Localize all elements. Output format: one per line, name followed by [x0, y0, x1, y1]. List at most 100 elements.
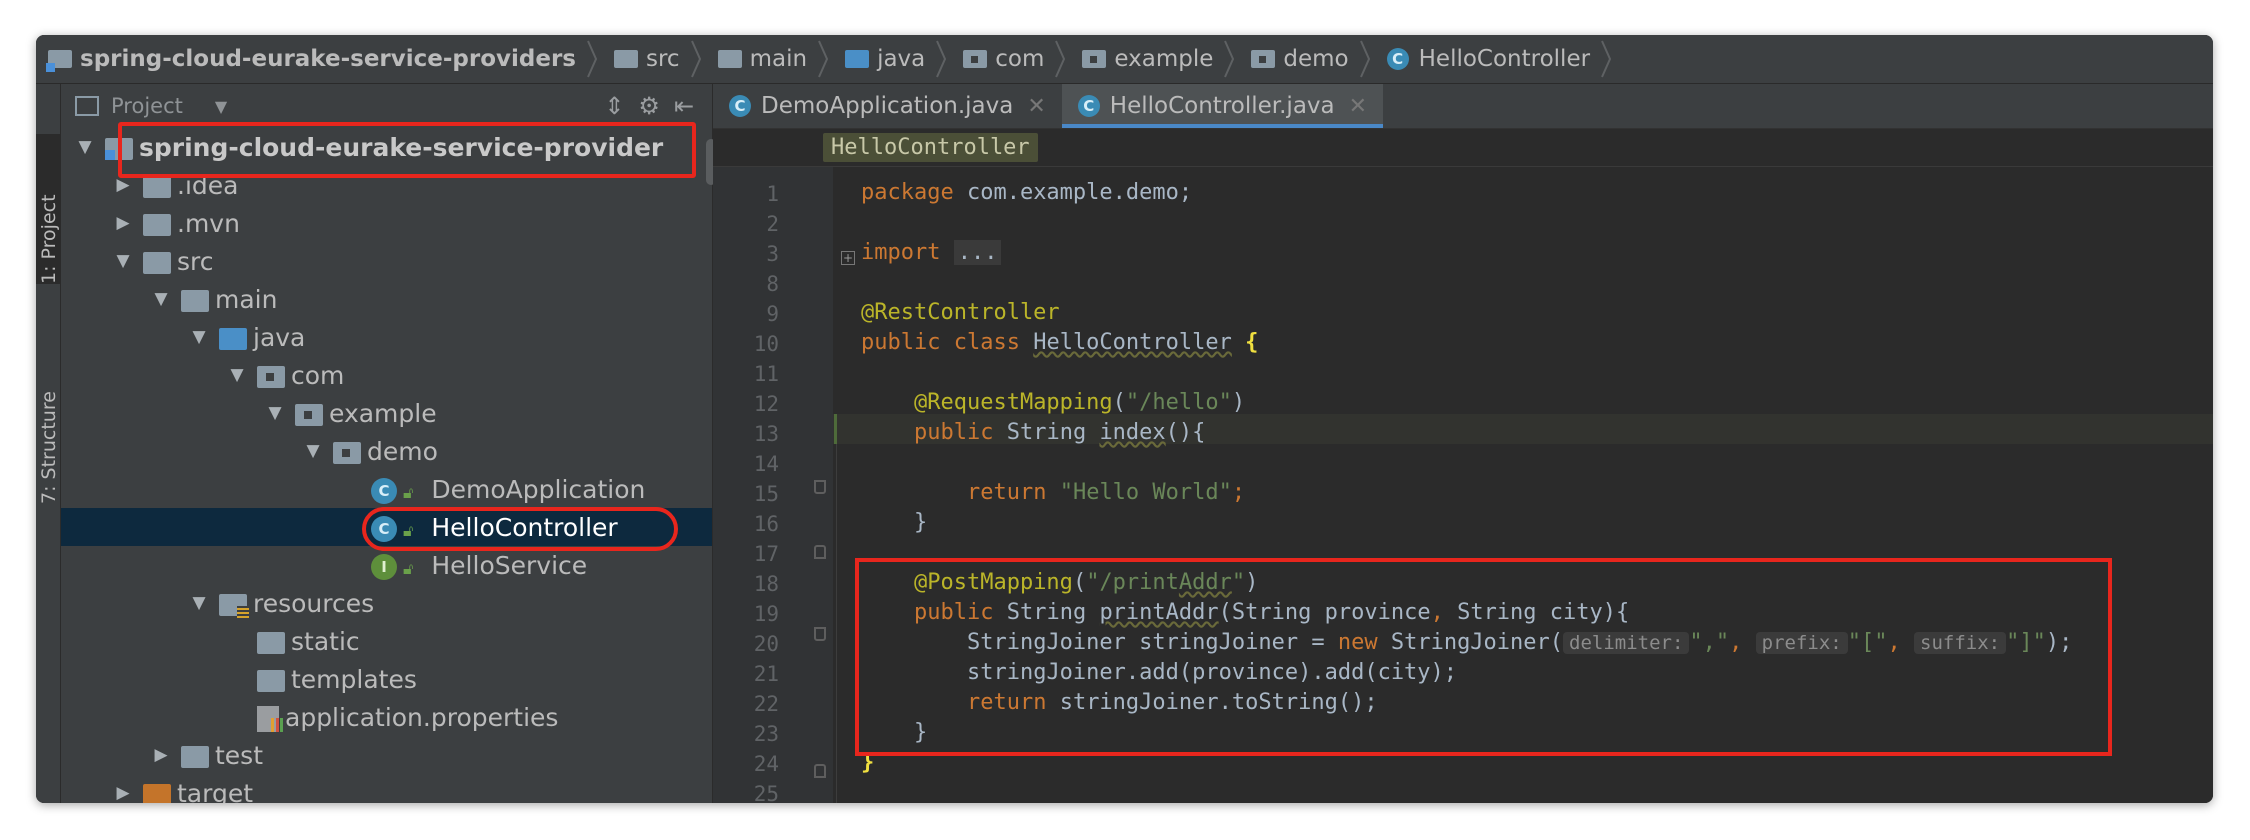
line-number: 21 — [753, 662, 779, 686]
tree-item[interactable]: static — [61, 622, 712, 660]
code-line[interactable]: import ... — [861, 240, 1002, 265]
line-number: 11 — [753, 362, 779, 386]
breadcrumb-item-hellocontroller[interactable]: C HelloController — [1375, 35, 1616, 83]
code-line[interactable]: return "Hello World"; — [861, 480, 1245, 505]
collapse-arrow-icon[interactable]: ▶ — [109, 783, 137, 803]
tree-item[interactable]: ▼ main — [61, 280, 712, 318]
change-marker — [834, 414, 837, 444]
tree-item-label: com — [291, 360, 345, 390]
breadcrumb-item-demo[interactable]: demo — [1239, 35, 1374, 83]
tree-item-label: application.properties — [285, 702, 559, 732]
collapse-arrow-icon[interactable]: ▶ — [147, 745, 175, 765]
collapse-arrow-icon[interactable]: ▶ — [109, 213, 137, 233]
brace: { — [1245, 330, 1259, 355]
tab-hellocontroller[interactable]: C HelloController.java ✕ — [1061, 84, 1384, 128]
tree-item[interactable]: ▼ src — [61, 242, 712, 280]
structure-tool-tab[interactable]: 7: Structure — [36, 324, 60, 504]
tree-item[interactable]: templates — [61, 660, 712, 698]
code-text: (){ — [1165, 420, 1206, 445]
tree-item[interactable]: ▼ com — [61, 356, 712, 394]
breadcrumb-item-module[interactable]: spring-cloud-eurake-service-providers — [36, 35, 602, 83]
tree-item[interactable]: C 🔓︎ DemoApplication — [61, 470, 712, 508]
tree-item[interactable]: application.properties — [61, 698, 712, 736]
line-number: 8 — [766, 272, 779, 296]
expand-arrow-icon[interactable]: ▼ — [147, 289, 175, 309]
spring-class-icon: C 🔓︎ — [371, 475, 425, 504]
fold-marker-icon[interactable] — [814, 627, 826, 641]
fold-marker-icon[interactable] — [814, 480, 826, 494]
package-icon — [1082, 50, 1107, 68]
string-literal: "/hello" — [1125, 390, 1232, 415]
expand-arrow-icon[interactable]: ▼ — [71, 137, 99, 157]
line-number: 2 — [766, 212, 779, 236]
code-line[interactable]: } — [861, 510, 927, 535]
breadcrumb-separator-icon — [936, 40, 947, 78]
tree-item[interactable]: ▼ java — [61, 318, 712, 356]
folder-icon — [257, 665, 285, 694]
gear-icon[interactable]: ⚙ — [638, 92, 660, 120]
code-text: } — [913, 510, 928, 535]
tree-item[interactable]: ▶ test — [61, 736, 712, 774]
tree-item[interactable]: ▼ demo — [61, 432, 712, 470]
tree-item[interactable]: ▼ resources — [61, 584, 712, 622]
expand-arrow-icon[interactable]: ▼ — [185, 327, 213, 347]
breadcrumb-label: spring-cloud-eurake-service-providers — [80, 46, 576, 72]
close-icon[interactable]: ✕ — [1027, 94, 1045, 119]
folded-imports[interactable]: ... — [953, 240, 1002, 265]
expand-arrow-icon[interactable]: ▼ — [109, 251, 137, 271]
code-line[interactable]: @RestController — [861, 300, 1060, 325]
editor-breadcrumb-class[interactable]: HelloController — [823, 133, 1038, 162]
tab-demoapplication[interactable]: C DemoApplication.java ✕ — [713, 84, 1062, 128]
close-icon[interactable]: ✕ — [1349, 94, 1367, 119]
breadcrumb-separator-icon — [690, 40, 701, 78]
editor-tabs: C DemoApplication.java ✕ C HelloControll… — [713, 84, 2213, 129]
breadcrumb-label: com — [995, 46, 1045, 72]
code-line[interactable]: @RequestMapping("/hello") — [861, 390, 1245, 415]
collapse-arrow-icon[interactable]: ▶ — [109, 175, 137, 195]
line-number: 24 — [753, 752, 779, 776]
expand-arrow-icon[interactable]: ▼ — [223, 365, 251, 385]
fold-marker-icon[interactable] — [814, 545, 826, 559]
project-view-selector[interactable]: Project — [111, 94, 183, 118]
expand-arrow-icon[interactable]: ▼ — [299, 441, 327, 461]
tree-item-label: templates — [291, 664, 417, 694]
expand-imports-icon[interactable]: + — [841, 251, 855, 265]
tree-item[interactable]: ▶ target — [61, 774, 712, 803]
package-icon — [963, 50, 988, 68]
collapse-all-icon[interactable]: ⇕ — [604, 92, 624, 120]
method-name: index — [1099, 420, 1166, 445]
folder-icon — [181, 741, 209, 770]
expand-arrow-icon[interactable]: ▼ — [185, 593, 213, 613]
breadcrumb-separator-icon — [1224, 40, 1235, 78]
breadcrumb-item-example[interactable]: example — [1070, 35, 1239, 83]
folder-icon — [143, 247, 171, 276]
hide-panel-icon[interactable]: ⇤ — [674, 92, 694, 120]
breadcrumb-item-src[interactable]: src — [602, 35, 706, 83]
breadcrumb-label: src — [646, 46, 680, 72]
code-line[interactable]: public class HelloController { — [861, 330, 1258, 355]
expand-arrow-icon[interactable]: ▼ — [261, 403, 289, 423]
tree-item[interactable]: I 🔓︎ HelloService — [61, 546, 712, 584]
keyword: public class — [861, 330, 1020, 355]
folder-icon — [181, 285, 209, 314]
tree-item[interactable]: ▶ .mvn — [61, 204, 712, 242]
tab-label: DemoApplication.java — [761, 93, 1014, 119]
line-number: 9 — [766, 302, 779, 326]
code-text: String — [993, 420, 1100, 445]
breadcrumb-item-com[interactable]: com — [951, 35, 1070, 83]
annotation: @RestController — [861, 300, 1060, 325]
breadcrumb-item-main[interactable]: main — [706, 35, 833, 83]
tree-item-label: resources — [253, 588, 375, 618]
breadcrumb-item-java[interactable]: java — [833, 35, 951, 83]
line-number: 25 — [753, 782, 779, 803]
highlight-box-module — [118, 122, 696, 178]
breadcrumb-label: main — [749, 46, 808, 72]
code-line[interactable]: public String index(){ — [861, 420, 1205, 445]
tree-item[interactable]: ▼ example — [61, 394, 712, 432]
project-tool-tab[interactable]: 1: Project — [36, 134, 60, 284]
line-number: 3 — [766, 242, 779, 266]
code-line[interactable]: package com.example.demo; — [861, 180, 1192, 205]
breadcrumb-separator-icon — [1359, 40, 1370, 78]
fold-marker-icon[interactable] — [814, 764, 826, 778]
chevron-down-icon[interactable]: ▼ — [215, 97, 227, 116]
